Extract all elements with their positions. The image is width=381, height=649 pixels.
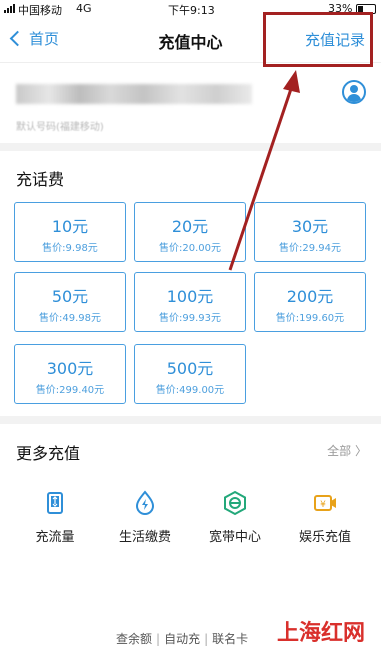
recharge-option-200[interactable]: 200元 售价:199.60元 [254,272,366,332]
more-recharge-title: 更多充值 [16,444,81,463]
recharge-amount: 200元 [286,287,334,306]
tool-entertainment[interactable]: ¥ 娱乐充值 [280,490,370,545]
tool-label: 充流量 [35,530,75,545]
carrier-label: 中国移动 [18,4,62,17]
entertainment-icon: ¥ [314,495,336,511]
footer-link-auto-recharge[interactable]: 自动充 [164,632,200,646]
recharge-price: 售价:199.60元 [275,313,345,324]
recharge-price: 售价:499.00元 [155,385,225,396]
recharge-amount: 300元 [46,359,94,378]
recharge-section-title: 充话费 [16,170,65,189]
account-subline: 默认号码(福建移动) [16,122,104,133]
recharge-price: 售价:99.93元 [159,313,221,324]
section-divider [0,143,381,151]
lightning-icon [135,490,155,515]
status-time: 下午9:13 [168,4,215,17]
section-divider [0,416,381,424]
footer-link-balance[interactable]: 查余额 [116,632,152,646]
avatar[interactable] [342,80,366,104]
signal-icon [4,4,15,13]
recharge-price: 售价:20.00元 [159,243,221,254]
footer-link-cobrand-card[interactable]: 联名卡 [212,632,248,646]
recharge-option-30[interactable]: 30元 售价:29.94元 [254,202,366,262]
recharge-amount: 50元 [51,287,89,306]
recharge-price: 售价:9.98元 [42,243,98,254]
tool-utilities[interactable]: 生活缴费 [100,490,190,545]
watermark-text: 上海红网 [276,621,365,646]
recharge-price: 售价:29.94元 [279,243,341,254]
recharge-option-500[interactable]: 500元 售价:499.00元 [134,344,246,404]
tool-broadband[interactable]: 宽带中心 [190,490,280,545]
recharge-option-100[interactable]: 100元 售价:99.93元 [134,272,246,332]
phone-number-blurred [16,84,252,104]
recharge-amount: 10元 [51,217,89,236]
tool-label: 生活缴费 [118,530,171,545]
broadband-icon [224,490,246,516]
footer-links: 查余额 | 自动充 | 联名卡 [116,632,249,646]
account-section: 默认号码(福建移动) [0,62,381,142]
recharge-amount: 100元 [166,287,214,306]
recharge-option-50[interactable]: 50元 售价:49.98元 [14,272,126,332]
svg-text:¥: ¥ [320,500,326,510]
recharge-option-20[interactable]: 20元 售价:20.00元 [134,202,246,262]
network-type: 4G [76,2,92,15]
data-icon [47,492,63,514]
tool-data-recharge[interactable]: 充流量 [10,490,100,545]
annotation-highlight-box [263,12,373,67]
recharge-option-10[interactable]: 10元 售价:9.98元 [14,202,126,262]
recharge-amount: 20元 [171,217,209,236]
recharge-amount: 30元 [291,217,329,236]
recharge-amount: 500元 [166,359,214,378]
view-all-link[interactable]: 全部 〉 [327,442,367,459]
recharge-price: 售价:299.40元 [35,385,105,396]
recharge-option-300[interactable]: 300元 售价:299.40元 [14,344,126,404]
recharge-price: 售价:49.98元 [39,313,101,324]
tool-label: 娱乐充值 [298,530,351,545]
tool-label: 宽带中心 [208,530,261,545]
